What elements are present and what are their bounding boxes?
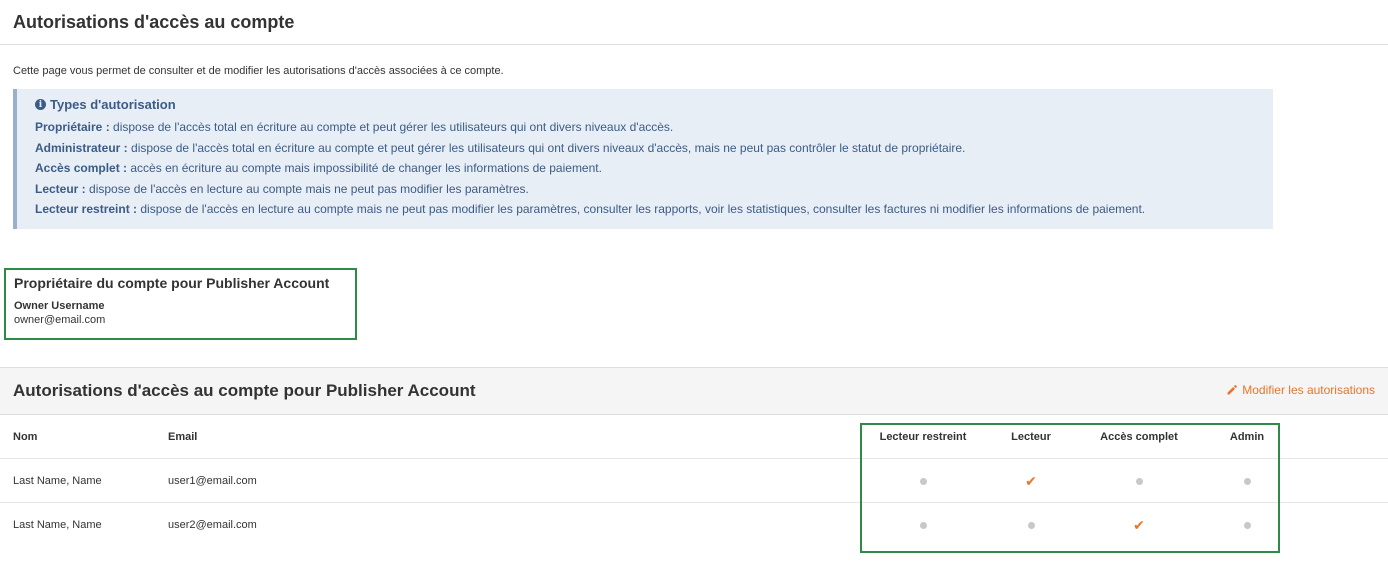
- info-item-restricted-reader: Lecteur restreint : dispose de l'accès e…: [35, 199, 1255, 220]
- account-owner-panel: Propriétaire du compte pour Publisher Ac…: [4, 268, 357, 340]
- column-header-restricted-reader: Lecteur restreint: [879, 431, 967, 443]
- column-header-admin: Admin: [1229, 431, 1265, 443]
- info-item-reader: Lecteur : dispose de l'accès en lecture …: [35, 179, 1255, 200]
- info-title: i Types d'autorisation: [35, 97, 1255, 112]
- info-term: Lecteur :: [35, 181, 86, 196]
- pencil-icon: [1227, 385, 1238, 395]
- permissions-header: Autorisations d'accès au compte pour Pub…: [0, 367, 1388, 415]
- info-term: Administrateur :: [35, 140, 128, 155]
- table-row: Last Name, Name user1@email.com ✔: [0, 459, 1388, 503]
- access-cell: ✔: [976, 459, 1086, 503]
- table-row: Last Name, Name user2@email.com ✔: [0, 503, 1388, 547]
- owner-username-label: Owner Username: [14, 300, 105, 312]
- column-header-name: Nom: [13, 431, 38, 443]
- access-cell: [1192, 503, 1302, 547]
- permissions-title: Autorisations d'accès au compte pour Pub…: [13, 381, 476, 400]
- permissions-table-header: Nom Email Lecteur restreint Lecteur Accè…: [0, 415, 1388, 459]
- info-term: Propriétaire :: [35, 120, 110, 134]
- dot-icon: [1243, 521, 1251, 529]
- column-header-full-access: Accès complet: [1100, 431, 1178, 443]
- dot-icon: [919, 477, 927, 485]
- page-header: Autorisations d'accès au compte: [0, 0, 1388, 45]
- dot-icon: [919, 521, 927, 529]
- user-email: user1@email.com: [168, 475, 257, 487]
- dot-icon: [1027, 521, 1035, 529]
- info-desc: dispose de l'accès total en écriture au …: [127, 140, 966, 155]
- user-email: user2@email.com: [168, 519, 257, 531]
- column-header-email: Email: [168, 431, 198, 443]
- info-term: Lecteur restreint :: [35, 202, 138, 217]
- access-cell: [1084, 459, 1194, 503]
- info-desc: dispose de l'accès total en écriture au …: [109, 120, 674, 134]
- checkmark-icon: ✔: [1133, 517, 1145, 533]
- info-desc: accès en écriture au compte mais impossi…: [127, 161, 602, 176]
- info-title-text: Types d'autorisation: [50, 97, 176, 112]
- permission-types-info: i Types d'autorisation Propriétaire : di…: [13, 89, 1273, 229]
- dot-icon: [1243, 477, 1251, 485]
- info-desc: dispose de l'accès en lecture au compte …: [137, 202, 1146, 217]
- access-cell: [976, 503, 1086, 547]
- edit-permissions-label: Modifier les autorisations: [1242, 383, 1375, 397]
- dot-icon: [1135, 477, 1143, 485]
- user-name: Last Name, Name: [13, 475, 102, 487]
- column-header-reader: Lecteur: [1011, 431, 1051, 443]
- info-term: Accès complet :: [35, 161, 128, 176]
- info-item-admin: Administrateur : dispose de l'accès tota…: [35, 138, 1255, 159]
- access-cell: [868, 503, 978, 547]
- checkmark-icon: ✔: [1025, 473, 1037, 489]
- owner-username-value: owner@email.com: [14, 314, 106, 326]
- user-name: Last Name, Name: [13, 519, 102, 531]
- intro-text: Cette page vous permet de consulter et d…: [13, 65, 504, 77]
- info-desc: dispose de l'accès en lecture au compte …: [85, 181, 529, 196]
- info-item-owner: Propriétaire : dispose de l'accès total …: [35, 117, 1255, 138]
- access-cell: [868, 459, 978, 503]
- access-cell: ✔: [1084, 503, 1194, 547]
- page-title: Autorisations d'accès au compte: [13, 11, 295, 32]
- info-item-full-access: Accès complet : accès en écriture au com…: [35, 158, 1255, 179]
- owner-title: Propriétaire du compte pour Publisher Ac…: [14, 275, 330, 291]
- access-cell: [1192, 459, 1302, 503]
- edit-permissions-link[interactable]: Modifier les autorisations: [1226, 383, 1375, 397]
- info-icon: i: [35, 99, 46, 110]
